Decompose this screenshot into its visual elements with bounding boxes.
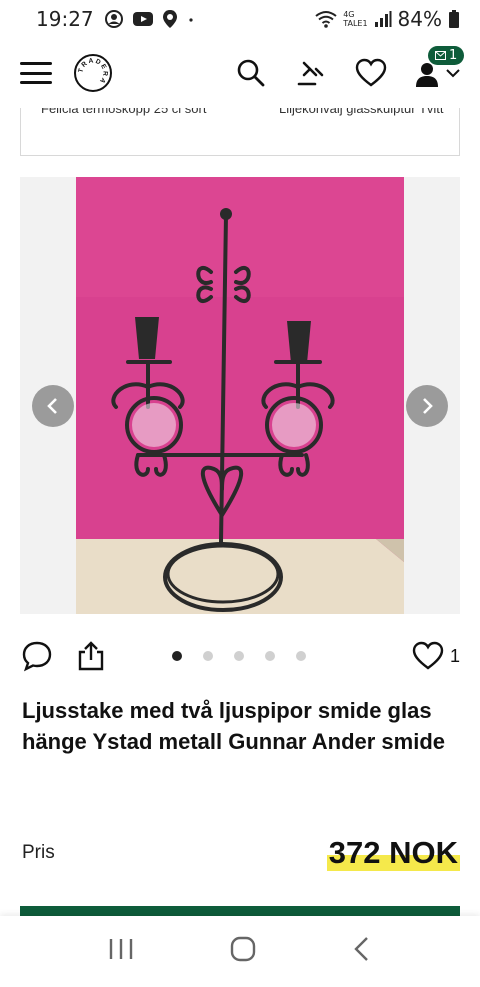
heart-icon <box>412 641 444 670</box>
chevron-right-icon <box>423 398 433 414</box>
status-bar: 19:27 4G TALE1 84% <box>0 0 480 38</box>
share-icon <box>78 641 104 671</box>
home-button[interactable] <box>229 935 257 968</box>
comment-icon <box>22 641 52 672</box>
signal-icon <box>374 11 392 27</box>
app-header: TRADERA 1 <box>0 38 480 108</box>
battery-percent: 84% <box>397 7 442 31</box>
heart-icon <box>355 58 387 87</box>
search-icon <box>237 59 265 87</box>
location-icon <box>162 10 177 28</box>
next-image-button[interactable] <box>406 385 448 427</box>
header-actions: 1 <box>234 46 465 90</box>
network-type: 4G <box>343 10 355 19</box>
pager-dot[interactable] <box>234 651 244 661</box>
mail-icon <box>435 51 446 60</box>
favorites-button[interactable] <box>354 56 388 90</box>
auction-icon <box>297 61 324 86</box>
message-count: 1 <box>449 48 458 63</box>
logo-text: TRADERA <box>77 57 107 85</box>
svg-text:TRADERA: TRADERA <box>77 57 108 85</box>
battery-icon <box>449 10 459 28</box>
comment-button[interactable] <box>20 639 54 673</box>
chevron-left-icon <box>47 398 57 414</box>
network-label: 4G TALE1 <box>343 10 367 28</box>
pager-dot[interactable] <box>203 651 213 661</box>
status-right: 4G TALE1 84% <box>315 7 460 31</box>
recent-apps-button[interactable] <box>108 937 134 966</box>
message-badge[interactable]: 1 <box>428 46 465 65</box>
like-control[interactable]: 1 <box>412 641 460 671</box>
status-left: 19:27 <box>36 7 196 31</box>
profile-circle-icon <box>104 10 123 28</box>
previous-image-button[interactable] <box>32 385 74 427</box>
menu-icon[interactable] <box>20 62 52 84</box>
network-carrier: TALE1 <box>343 19 368 28</box>
product-photo[interactable] <box>76 177 404 614</box>
listing-title: Ljusstake med två ljuspipor smide glas h… <box>22 698 445 754</box>
price-value: 372 NOK <box>326 835 460 871</box>
price-row: Pris 372 NOK <box>22 835 460 871</box>
image-pager-dots[interactable] <box>172 651 306 661</box>
price-label: Pris <box>22 842 55 863</box>
system-navigation-bar <box>0 916 480 987</box>
recent-apps-icon <box>109 939 132 959</box>
recent-item-left[interactable]: Felicia termoskopp 25 cl sort <box>41 108 206 116</box>
back-icon <box>354 937 369 961</box>
account-button[interactable]: 1 <box>414 46 465 90</box>
status-notification-icons <box>104 9 196 29</box>
tradera-logo[interactable]: TRADERA <box>74 54 112 92</box>
pager-dot[interactable] <box>265 651 275 661</box>
auction-button[interactable] <box>294 56 328 90</box>
like-count: 1 <box>449 645 460 666</box>
status-time: 19:27 <box>36 7 94 31</box>
share-button[interactable] <box>74 639 108 673</box>
back-button[interactable] <box>352 936 372 967</box>
candle-holder-image <box>76 177 404 614</box>
chevron-down-icon <box>446 69 460 78</box>
search-button[interactable] <box>234 56 268 90</box>
pager-dot[interactable] <box>296 651 306 661</box>
wifi-icon <box>315 11 337 28</box>
image-gallery[interactable] <box>20 177 460 614</box>
logo-ring-text: TRADERA <box>77 57 108 85</box>
home-icon <box>230 936 256 962</box>
dot-icon <box>189 18 193 22</box>
recently-viewed-strip[interactable]: Felicia termoskopp 25 cl sort Liljekonva… <box>20 108 460 156</box>
listing-action-row: 1 <box>20 636 460 676</box>
pager-dot[interactable] <box>172 651 182 661</box>
recent-item-right[interactable]: Liljekonvalj glasskulptur Tvitt <box>279 108 444 116</box>
youtube-icon <box>132 12 153 26</box>
